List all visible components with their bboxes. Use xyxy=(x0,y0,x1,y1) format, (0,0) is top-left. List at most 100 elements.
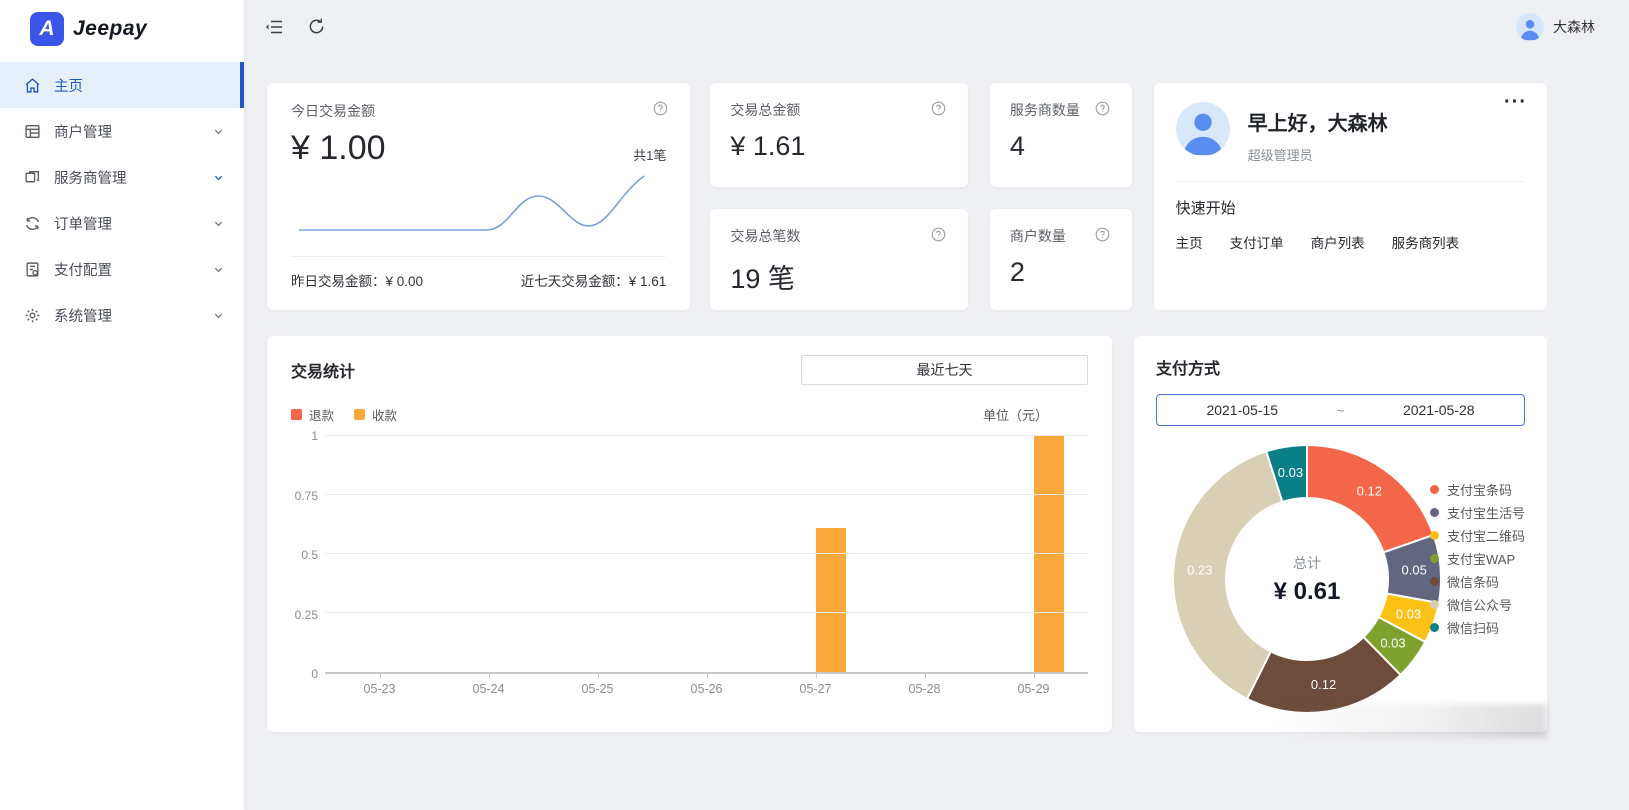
donut-legend-item-微信公众号[interactable]: 微信公众号 xyxy=(1430,593,1525,616)
mch-count-value: 2 xyxy=(1010,257,1112,288)
bar-slot xyxy=(870,436,979,672)
sidebar-item-label: 主页 xyxy=(54,75,83,96)
legend-label: 收款 xyxy=(372,405,397,424)
quick-link-merchant-list[interactable]: 商户列表 xyxy=(1311,232,1365,252)
x-tick xyxy=(380,674,381,678)
card-title: 交易总笔数 xyxy=(730,226,948,246)
date-range-end[interactable]: 2021-05-28 xyxy=(1354,402,1525,418)
sidebar-item-system-mgmt[interactable]: 系统管理 xyxy=(0,292,244,338)
donut-slice-label: 0.03 xyxy=(1278,465,1303,480)
chevron-down-icon xyxy=(213,126,224,137)
range-select[interactable]: 最近七天 xyxy=(801,355,1088,385)
sidebar-menu: 主页 商户管理 服务商管理 订单管理 支付配置 xyxy=(0,62,244,338)
donut-legend-item-支付宝条码[interactable]: 支付宝条码 xyxy=(1430,478,1525,501)
user-menu[interactable]: 大森林 xyxy=(1516,13,1595,41)
date-range-start[interactable]: 2021-05-15 xyxy=(1157,402,1328,418)
quick-link-isv-list[interactable]: 服务商列表 xyxy=(1392,232,1460,252)
bar-slot xyxy=(652,436,761,672)
legend-swatch xyxy=(291,409,302,420)
brand-logo[interactable]: A Jeepay xyxy=(0,0,244,58)
y-tick-label: 1 xyxy=(311,429,318,443)
legend-label: 支付宝二维码 xyxy=(1447,526,1525,545)
donut-legend-item-支付宝WAP[interactable]: 支付宝WAP xyxy=(1430,547,1525,570)
greeting-title: 早上好，大森林 xyxy=(1248,107,1388,136)
legend-dot xyxy=(1430,508,1439,517)
legend-label: 支付宝条码 xyxy=(1447,480,1512,499)
donut-slice-label: 0.12 xyxy=(1357,483,1382,498)
x-tick xyxy=(816,674,817,678)
donut-slice-label: 0.12 xyxy=(1311,677,1336,692)
quick-links: 主页 支付订单 商户列表 服务商列表 xyxy=(1176,232,1525,252)
x-axis-label: 05-28 xyxy=(870,682,979,696)
sidebar-item-label: 服务商管理 xyxy=(54,167,127,188)
donut-legend-item-支付宝生活号[interactable]: 支付宝生活号 xyxy=(1430,501,1525,524)
legend-dot xyxy=(1430,600,1439,609)
card-isv-count: 服务商数量 4 xyxy=(990,83,1132,187)
pay-config-icon xyxy=(24,261,41,278)
legend-dot xyxy=(1430,623,1439,632)
menu-fold-icon[interactable] xyxy=(265,17,285,37)
week-label: 近七天交易金额： xyxy=(521,274,629,289)
bar-plot xyxy=(325,436,1088,674)
help-circle-icon[interactable] xyxy=(931,227,946,242)
x-tick xyxy=(598,674,599,678)
x-axis-label: 05-26 xyxy=(652,682,761,696)
sidebar-item-merchant-mgmt[interactable]: 商户管理 xyxy=(0,108,244,154)
legend-item-退款[interactable]: 退款 xyxy=(291,405,334,424)
gridline xyxy=(325,553,1088,554)
reload-icon[interactable] xyxy=(307,17,327,37)
legend-item-收款[interactable]: 收款 xyxy=(354,405,397,424)
y-tick-label: 0 xyxy=(311,667,318,681)
x-axis-label: 05-24 xyxy=(434,682,543,696)
card-mch-count: 商户数量 2 xyxy=(990,209,1132,310)
chevron-down-icon xyxy=(213,172,224,183)
help-circle-icon[interactable] xyxy=(1095,227,1110,242)
legend-label: 微信公众号 xyxy=(1447,595,1512,614)
quick-link-pay-orders[interactable]: 支付订单 xyxy=(1230,232,1284,252)
help-circle-icon[interactable] xyxy=(931,101,946,116)
x-tick xyxy=(489,674,490,678)
donut-legend-item-支付宝二维码[interactable]: 支付宝二维码 xyxy=(1430,524,1525,547)
today-footer: 昨日交易金额：¥ 0.00 近七天交易金额：¥ 1.61 xyxy=(291,256,666,302)
sidebar-item-home[interactable]: 主页 xyxy=(0,62,244,108)
quick-link-home[interactable]: 主页 xyxy=(1176,232,1203,252)
x-axis-label: 05-29 xyxy=(979,682,1088,696)
bar-收款 xyxy=(816,528,846,672)
week-value: ¥ 1.61 xyxy=(629,274,667,289)
pie-title: 支付方式 xyxy=(1156,355,1525,379)
donut-legend-item-微信条码[interactable]: 微信条码 xyxy=(1430,570,1525,593)
bar-slot xyxy=(761,436,870,672)
donut-legend: 支付宝条码支付宝生活号支付宝二维码支付宝WAP 微信条码微信公众号微信扫码 xyxy=(1430,478,1525,639)
sidebar-item-isv-mgmt[interactable]: 服务商管理 xyxy=(0,154,244,200)
user-avatar-icon xyxy=(1516,13,1544,41)
donut-slice-label: 0.03 xyxy=(1396,606,1421,621)
brand-name: Jeepay xyxy=(73,17,147,41)
y-tick-label: 0.75 xyxy=(295,489,318,503)
legend-swatch xyxy=(354,409,365,420)
donut-slice-label: 0.03 xyxy=(1380,636,1405,651)
x-axis-label: 05-25 xyxy=(543,682,652,696)
chevron-down-icon xyxy=(213,264,224,275)
chevron-down-icon xyxy=(213,310,224,321)
donut-legend-item-微信扫码[interactable]: 微信扫码 xyxy=(1430,616,1525,639)
donut-svg: 0.120.050.030.030.120.230.03 xyxy=(1162,434,1452,724)
gridline xyxy=(325,494,1088,495)
total-count-value: 19 笔 xyxy=(730,257,948,296)
help-circle-icon[interactable] xyxy=(653,101,668,116)
yesterday-label: 昨日交易金额： xyxy=(291,274,386,289)
help-circle-icon[interactable] xyxy=(1095,101,1110,116)
sidebar-item-order-mgmt[interactable]: 订单管理 xyxy=(0,200,244,246)
legend-dot xyxy=(1430,485,1439,494)
x-tick xyxy=(707,674,708,678)
yesterday-value: ¥ 0.00 xyxy=(386,274,424,289)
donut-chart: 0.120.050.030.030.120.230.03 总计 ¥ 0.61 支… xyxy=(1156,432,1525,732)
legend-label: 微信条码 xyxy=(1447,572,1499,591)
card-title: 交易总金额 xyxy=(730,100,948,120)
legend-label: 退款 xyxy=(309,405,334,424)
cluster-icon xyxy=(24,169,41,186)
ellipsis-icon[interactable]: ··· xyxy=(1504,91,1527,114)
sidebar-item-pay-config[interactable]: 支付配置 xyxy=(0,246,244,292)
card-greeting: ··· 早上好，大森林 超级管理员 快速开始 主页 支付订单 商户列表 xyxy=(1154,83,1547,310)
date-range-picker[interactable]: 2021-05-15 ~ 2021-05-28 xyxy=(1156,394,1525,426)
brand-logo-icon: A xyxy=(30,12,64,46)
